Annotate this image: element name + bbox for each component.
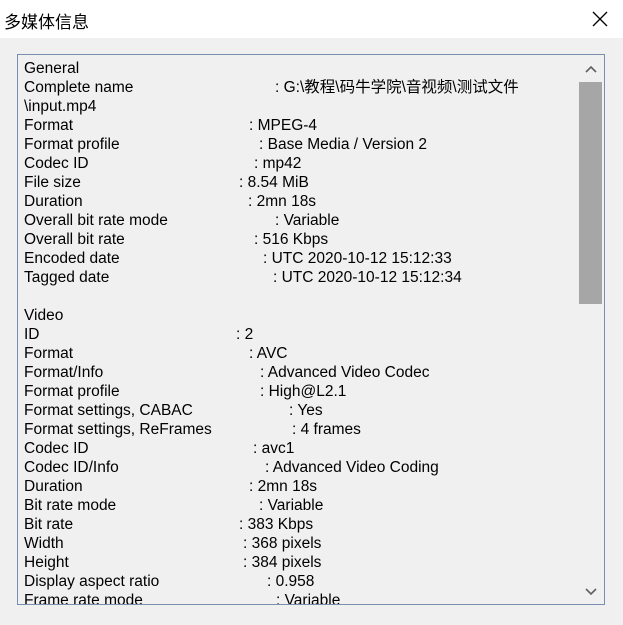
info-value: : mp42	[254, 155, 302, 172]
scroll-down-button[interactable]	[577, 580, 604, 604]
info-key: Codec ID	[24, 440, 89, 457]
info-value: : 8.54 MiB	[239, 174, 309, 191]
info-line: Width : 368 pixels	[24, 534, 574, 553]
info-key: Codec ID/Info	[24, 459, 119, 476]
info-key: Format settings, ReFrames	[24, 421, 212, 438]
info-value: : Variable	[275, 212, 340, 229]
info-value: : UTC 2020-10-12 15:12:33	[263, 250, 452, 267]
info-value: : MPEG-4	[249, 117, 318, 134]
info-line: Duration : 2mn 18s	[24, 477, 574, 496]
info-line: Codec ID : mp42	[24, 154, 574, 173]
info-value: : G:\教程\码牛学院\音视频\测试文件	[275, 79, 519, 96]
info-key: Bit rate	[24, 516, 74, 533]
info-key: Bit rate mode	[24, 497, 117, 514]
info-key: Height	[24, 554, 69, 571]
info-key: Frame rate mode	[24, 592, 143, 605]
info-key: Duration	[24, 478, 83, 495]
window-title: 多媒体信息	[4, 13, 89, 33]
info-key: Video	[24, 307, 64, 324]
info-key: File size	[24, 174, 81, 191]
info-line: Format profile : High@L2.1	[24, 382, 574, 401]
info-value: : Variable	[276, 592, 341, 605]
scroll-thumb[interactable]	[579, 82, 602, 304]
info-key: Complete name	[24, 79, 134, 96]
info-line: Bit rate mode : Variable	[24, 496, 574, 515]
info-value: : 368 pixels	[243, 535, 322, 552]
info-line: Format/Info : Advanced Video Codec	[24, 363, 574, 382]
info-line: Codec ID/Info : Advanced Video Coding	[24, 458, 574, 477]
info-key: Encoded date	[24, 250, 120, 267]
info-line: ID : 2	[24, 325, 574, 344]
info-line: Overall bit rate : 516 Kbps	[24, 230, 574, 249]
info-key: Format	[24, 345, 74, 362]
close-button[interactable]	[577, 0, 623, 38]
info-line: Complete name : G:\教程\码牛学院\音视频\测试文件	[24, 78, 574, 97]
info-value: : 2mn 18s	[248, 193, 317, 210]
info-key: Overall bit rate mode	[24, 212, 168, 229]
info-value: : Base Media / Version 2	[259, 136, 428, 153]
info-value: : 4 frames	[292, 421, 361, 438]
info-value: : Variable	[259, 497, 324, 514]
vertical-scrollbar[interactable]	[577, 55, 604, 604]
info-value: : 516 Kbps	[254, 231, 329, 248]
info-key: Format settings, CABAC	[24, 402, 193, 419]
info-line: Frame rate mode : Variable	[24, 591, 574, 605]
info-line: Format settings, CABAC : Yes	[24, 401, 574, 420]
info-value: : 383 Kbps	[239, 516, 314, 533]
chevron-down-icon	[584, 588, 597, 596]
info-key: Format/Info	[24, 364, 104, 381]
media-info-textbox[interactable]: General Complete name : G:\教程\码牛学院\音视频\测试文…	[17, 54, 605, 605]
info-line: Tagged date : UTC 2020-10-12 15:12:34	[24, 268, 574, 287]
info-line: Video	[24, 306, 574, 325]
info-key: Tagged date	[24, 269, 110, 286]
info-line	[24, 287, 574, 306]
info-line: Format : AVC	[24, 344, 574, 363]
info-value: : 0.958	[267, 573, 315, 590]
info-line: Bit rate : 383 Kbps	[24, 515, 574, 534]
chevron-up-icon	[584, 65, 597, 73]
info-value: : AVC	[249, 345, 288, 362]
info-key: Format	[24, 117, 74, 134]
info-value: : avc1	[253, 440, 295, 457]
info-line: Encoded date : UTC 2020-10-12 15:12:33	[24, 249, 574, 268]
info-line: General	[24, 59, 574, 78]
info-line: Duration : 2mn 18s	[24, 192, 574, 211]
info-line: Height : 384 pixels	[24, 553, 574, 572]
info-key: Overall bit rate	[24, 231, 125, 248]
info-line: Codec ID : avc1	[24, 439, 574, 458]
info-key: Codec ID	[24, 155, 89, 172]
info-line: Format : MPEG-4	[24, 116, 574, 135]
info-value: : Yes	[289, 402, 323, 419]
info-value: : 384 pixels	[243, 554, 322, 571]
info-key: ID	[24, 326, 40, 343]
info-line: Format profile : Base Media / Version 2	[24, 135, 574, 154]
media-info-lines: General Complete name : G:\教程\码牛学院\音视频\测试文…	[24, 59, 574, 605]
info-key: \input.mp4	[24, 98, 97, 115]
title-bar: 多媒体信息	[0, 0, 623, 38]
info-value: : UTC 2020-10-12 15:12:34	[273, 269, 462, 286]
info-line: Overall bit rate mode : Variable	[24, 211, 574, 230]
info-line: Format settings, ReFrames : 4 frames	[24, 420, 574, 439]
info-key: Format profile	[24, 136, 120, 153]
info-value: : Advanced Video Coding	[265, 459, 439, 476]
close-icon	[592, 11, 608, 27]
info-key: General	[24, 60, 80, 77]
info-key: Duration	[24, 193, 83, 210]
info-key: Display aspect ratio	[24, 573, 160, 590]
info-key: Format profile	[24, 383, 120, 400]
info-value: : High@L2.1	[260, 383, 347, 400]
info-line: Display aspect ratio : 0.958	[24, 572, 574, 591]
info-key: Width	[24, 535, 64, 552]
info-value: : 2mn 18s	[249, 478, 318, 495]
info-value: : 2	[236, 326, 254, 343]
scroll-up-button[interactable]	[577, 57, 604, 81]
info-value: : Advanced Video Codec	[260, 364, 430, 381]
info-line: \input.mp4	[24, 97, 574, 116]
info-line: File size : 8.54 MiB	[24, 173, 574, 192]
